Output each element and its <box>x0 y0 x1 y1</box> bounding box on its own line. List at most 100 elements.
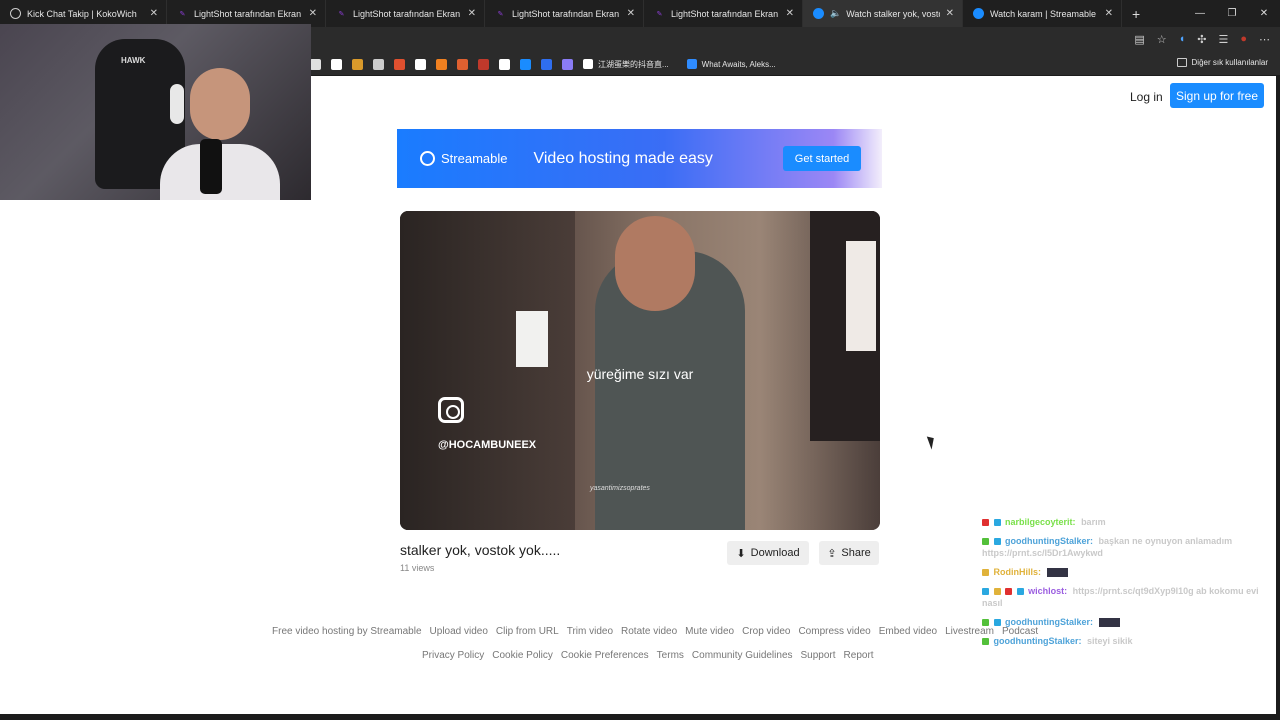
more-menu-icon[interactable]: ⋯ <box>1259 33 1270 46</box>
close-icon[interactable]: ✕ <box>150 8 158 19</box>
minimize-icon[interactable]: — <box>1184 8 1216 19</box>
tab-title: Kick Chat Takip | KokoWich <box>27 8 137 19</box>
promo-banner[interactable]: Streamable Video hosting made easy Get s… <box>397 129 882 188</box>
get-started-button[interactable]: Get started <box>783 146 861 171</box>
tab-title: LightShot tarafından Ekran Görünt <box>512 8 621 19</box>
bookmark-icon[interactable] <box>478 58 489 70</box>
chat-message: wichlost: https://prnt.sc/qt9dXyp9l10g a… <box>982 585 1272 609</box>
new-tab-icon[interactable]: + <box>1132 6 1140 22</box>
x-icon[interactable] <box>331 58 342 70</box>
footer-link[interactable]: Clip from URL <box>496 626 559 637</box>
footer-link[interactable]: Upload video <box>430 626 488 637</box>
browser-tab-strip: Kick Chat Takip | KokoWich ✕ ✎ LightShot… <box>0 0 1280 27</box>
view-count: 11 views <box>400 563 435 573</box>
footer-link[interactable]: Free video hosting by Streamable <box>272 626 422 637</box>
login-link[interactable]: Log in <box>1130 90 1163 104</box>
bookmark-icon[interactable] <box>520 58 531 70</box>
bookmark-icon[interactable] <box>541 58 552 70</box>
reader-mode-icon[interactable]: ▤ <box>1134 33 1144 46</box>
video-player[interactable]: yüreğime sızı var @HOCAMBUNEEX yasantimi… <box>400 211 880 530</box>
bookmark-icon[interactable] <box>310 58 321 70</box>
chat-username: goodhuntingStalker: <box>1005 617 1094 627</box>
share-button[interactable]: ⇪ Share <box>819 541 879 565</box>
tab-title: Watch stalker yok, vostok yok <box>846 8 939 19</box>
kick-badge-icon <box>982 569 989 577</box>
tiktok-icon <box>583 59 593 69</box>
bookmark-icon[interactable] <box>352 58 363 70</box>
tab-lightshot-4[interactable]: ✎ LightShot tarafından Ekran Görünt ✕ <box>644 0 803 27</box>
other-favorites[interactable]: Diğer sık kullanılanlar <box>1176 58 1268 67</box>
streamable-icon <box>420 151 435 166</box>
footer-link[interactable]: Compress video <box>798 626 870 637</box>
bookmark-icon[interactable] <box>562 58 573 70</box>
chat-message: RodinHills: <box>982 566 1272 578</box>
footer-link[interactable]: Support <box>801 650 836 661</box>
feather-icon: ✎ <box>656 10 663 18</box>
chat-emote <box>1046 568 1068 578</box>
tab-lightshot-3[interactable]: ✎ LightShot tarafından Ekran Görünt ✕ <box>485 0 644 27</box>
footer-link[interactable]: Mute video <box>685 626 734 637</box>
footer-link[interactable]: Crop video <box>742 626 790 637</box>
chat-message: goodhuntingStalker: <box>982 616 1272 628</box>
stream-chat-overlay: narbilgecoyterit: barım goodhuntingStalk… <box>982 516 1272 654</box>
close-icon[interactable]: ✕ <box>786 8 794 19</box>
footer-links-legal: Privacy Policy Cookie Policy Cookie Pref… <box>422 650 874 661</box>
close-icon[interactable]: ✕ <box>309 8 317 19</box>
bookmark-tiktok[interactable]: 江湖蛋樂的抖音直... <box>583 59 669 70</box>
reddit-icon[interactable] <box>394 58 405 70</box>
video-title: stalker yok, vostok yok..... <box>400 542 561 558</box>
tab-watch-karam[interactable]: Watch karam | Streamable ✕ <box>963 0 1122 27</box>
streamable-logo: Streamable <box>420 151 507 166</box>
bookmark-icon[interactable] <box>436 58 447 70</box>
chat-username: wichlost: <box>1028 586 1068 596</box>
footer-link[interactable]: Report <box>844 650 874 661</box>
footer-link[interactable]: Embed video <box>879 626 937 637</box>
footer-link[interactable]: Terms <box>657 650 684 661</box>
download-icon: ⬇ <box>736 547 746 560</box>
tab-lightshot-2[interactable]: ✎ LightShot tarafından Ekran Görünt ✕ <box>326 0 485 27</box>
brand-name: Streamable <box>441 151 508 166</box>
sub-badge-icon <box>982 588 989 596</box>
footer-link[interactable]: Cookie Preferences <box>561 650 649 661</box>
extensions-icon[interactable]: ✣ <box>1197 33 1206 46</box>
globe-icon <box>10 8 21 19</box>
footer-link[interactable]: Community Guidelines <box>692 650 793 661</box>
video-handle: @HOCAMBUNEEX <box>438 439 537 451</box>
speaker-icon[interactable]: 🔈 <box>830 8 841 19</box>
favorites-icon[interactable]: ☰ <box>1218 33 1228 46</box>
instagram-icon <box>438 397 464 423</box>
download-button[interactable]: ⬇ Download <box>727 541 809 565</box>
bookmark-icon[interactable] <box>373 58 384 70</box>
tab-kick-chat[interactable]: Kick Chat Takip | KokoWich ✕ <box>0 0 167 27</box>
close-window-icon[interactable]: ✕ <box>1248 8 1280 19</box>
read-aloud-icon[interactable]: ◖ <box>1179 33 1186 46</box>
chat-message: goodhuntingStalker: başkan ne oynuyon an… <box>982 535 1272 559</box>
chat-username: goodhuntingStalker: <box>993 636 1082 646</box>
tab-watch-stalker[interactable]: 🔈 Watch stalker yok, vostok yok ✕ <box>803 0 963 27</box>
bookmark-icon[interactable] <box>499 58 510 70</box>
signup-button[interactable]: Sign up for free <box>1170 83 1264 108</box>
streamable-icon <box>973 8 984 19</box>
restore-icon[interactable]: ❐ <box>1216 8 1248 19</box>
close-icon[interactable]: ✕ <box>946 8 954 19</box>
sub-badge-icon <box>993 538 1001 546</box>
bookmark-icon[interactable] <box>415 58 426 70</box>
kick-badge-icon <box>982 538 989 546</box>
close-icon[interactable]: ✕ <box>1105 8 1113 19</box>
bookmark-icon[interactable] <box>457 58 468 70</box>
chat-text: barım <box>1081 517 1106 527</box>
footer-link[interactable]: Cookie Policy <box>492 650 553 661</box>
footer-link[interactable]: Rotate video <box>621 626 677 637</box>
chat-username: RodinHills: <box>993 567 1042 577</box>
profile-avatar-icon[interactable]: ● <box>1240 33 1247 46</box>
close-icon[interactable]: ✕ <box>468 8 476 19</box>
bookmark-what-awaits[interactable]: What Awaits, Aleks... <box>686 59 776 69</box>
tab-lightshot-1[interactable]: ✎ LightShot tarafından Ekran Görünt ✕ <box>167 0 326 27</box>
footer-link[interactable]: Trim video <box>567 626 613 637</box>
microphone <box>200 139 222 194</box>
footer-link[interactable]: Privacy Policy <box>422 650 484 661</box>
favorite-star-icon[interactable]: ☆ <box>1157 33 1167 46</box>
sub-badge-icon <box>993 519 1001 527</box>
headset <box>170 84 184 124</box>
close-icon[interactable]: ✕ <box>627 8 635 19</box>
